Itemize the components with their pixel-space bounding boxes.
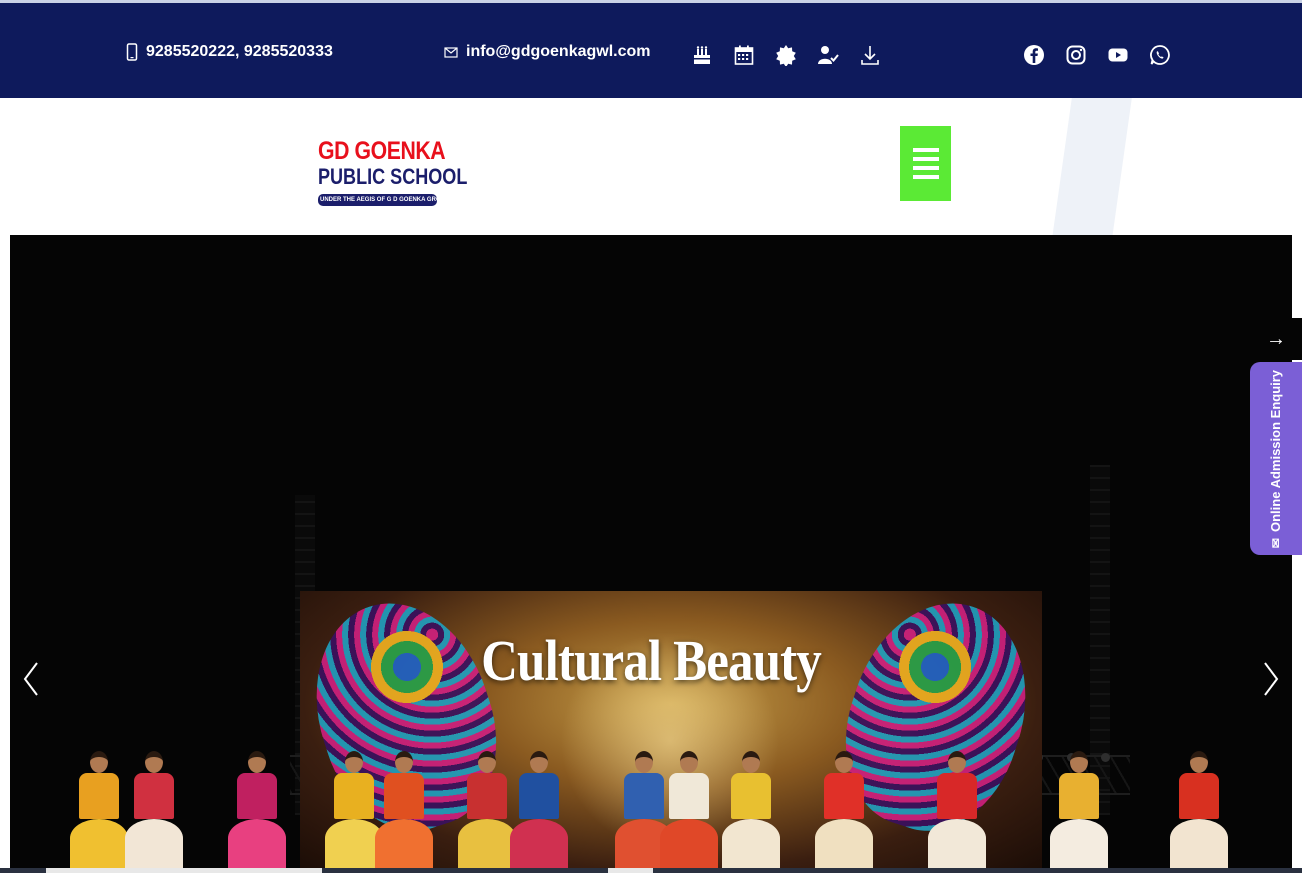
dancer-figure [125,751,183,873]
mobile-phone-icon [126,43,138,61]
dancer-figure [928,751,986,873]
dancer-figure [70,751,128,873]
slider-next-button[interactable] [1256,654,1286,704]
quick-links [690,43,882,67]
side-panel-toggle-button[interactable]: → [1250,318,1302,360]
social-links [1022,43,1172,67]
whatsapp-icon[interactable] [1148,43,1172,67]
youtube-icon[interactable] [1106,43,1130,67]
email-address: info@gdgoenkagwl.com [466,43,651,60]
user-check-icon[interactable] [816,43,840,67]
dancer-figure [228,751,286,873]
mail-icon: ✉ [1269,537,1283,548]
mail-icon [444,45,458,59]
online-admission-enquiry-tab[interactable]: ✉ Online Admission Enquiry [1250,362,1302,555]
cake-icon[interactable] [690,43,714,67]
dancer-figure [722,751,780,873]
slider-prev-button[interactable] [16,654,46,704]
chevron-right-icon [1264,662,1279,696]
enquiry-label: Online Admission Enquiry [1268,369,1283,532]
menu-bar-icon [912,157,939,161]
dancer-figure [1050,751,1108,873]
hamburger-menu-button[interactable] [900,126,951,201]
calendar-icon[interactable] [732,43,756,67]
dancer-figure [815,751,873,873]
dancers-group [10,715,1292,873]
bottom-strip [0,868,1302,873]
dancer-figure [375,751,433,873]
dancer-figure [1170,751,1228,873]
school-logo[interactable]: GD GOENKA PUBLIC SCHOOL UNDER THE AEGIS … [318,137,468,224]
facebook-icon[interactable] [1022,43,1046,67]
menu-bar-icon [912,148,939,152]
dancer-figure [660,751,718,873]
instagram-icon[interactable] [1064,43,1088,67]
phone-contact[interactable]: 9285520222, 9285520333 [126,43,333,61]
page: 9285520222, 9285520333 info@gdgoenkagwl.… [0,0,1302,873]
logo-title: GD GOENKA [318,137,446,165]
logo-tagline: UNDER THE AEGIS OF G D GOENKA GROUP [318,194,449,206]
badge-icon[interactable] [774,43,798,67]
dancer-figure [510,751,568,873]
email-contact[interactable]: info@gdgoenkagwl.com [444,43,651,61]
menu-bar-icon [912,166,939,170]
hero-slider: Cultural Beauty [10,235,1292,873]
menu-bar-icon [912,175,939,179]
download-icon[interactable] [858,43,882,67]
chevron-left-icon [23,662,38,696]
dancer-figure [458,751,516,873]
slide-title: Cultural Beauty [481,628,822,693]
logo-subtitle: PUBLIC SCHOOL [318,164,468,189]
arrow-right-icon: → [1266,327,1286,350]
phone-numbers: 9285520222, 9285520333 [146,43,333,60]
top-contact-bar: 9285520222, 9285520333 info@gdgoenkagwl.… [0,0,1302,98]
